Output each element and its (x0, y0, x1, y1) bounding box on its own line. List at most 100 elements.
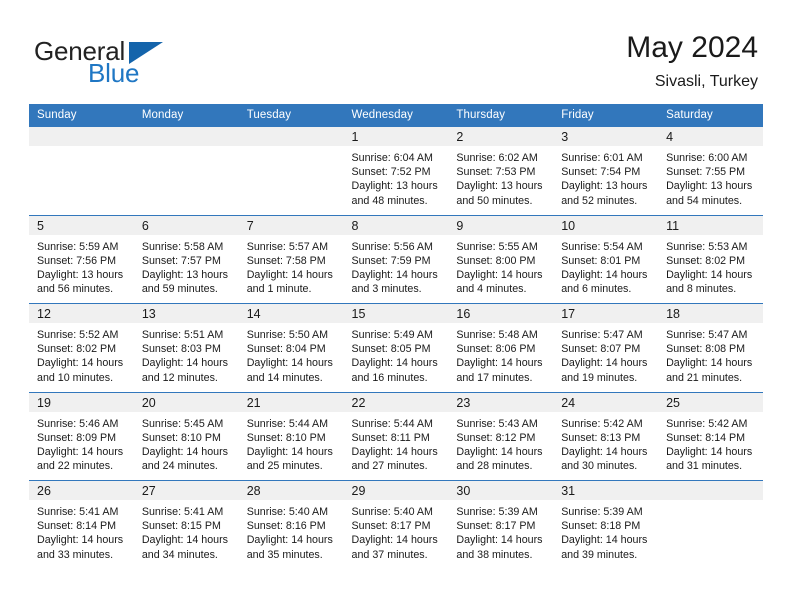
daylight-text-line2: and 6 minutes. (561, 283, 632, 296)
sunset-text: Sunset: 8:14 PM (37, 520, 117, 533)
day-cell[interactable]: 21 Sunrise: 5:44 AM Sunset: 8:10 PM Dayligh… (238, 391, 344, 481)
sunrise-text: Sunrise: 6:04 AM (351, 152, 433, 164)
daylight-text-line2: and 16 minutes. (351, 371, 428, 384)
day-cell[interactable]: 16 Sunrise: 5:48 AM Sunset: 8:06 PM Dayligh… (448, 303, 554, 392)
day-cell[interactable]: 25 Sunrise: 5:42 AM Sunset: 8:14 PM Dayligh… (658, 391, 763, 481)
daylight-text-line1: Daylight: 14 hours (351, 268, 438, 281)
day-number: 16 (448, 304, 554, 323)
day-cell[interactable]: 17 Sunrise: 5:47 AM Sunset: 8:07 PM Dayligh… (553, 303, 659, 392)
daylight-text-line2: and 1 minute. (246, 283, 312, 296)
day-number: 27 (133, 481, 239, 500)
day-cell[interactable]: 20 Sunrise: 5:45 AM Sunset: 8:10 PM Dayligh… (133, 391, 239, 481)
sunrise-text: Sunrise: 5:39 AM (561, 506, 643, 518)
day-cell[interactable]: 28 Sunrise: 5:40 AM Sunset: 8:16 PM Dayligh… (238, 480, 344, 569)
day-number: 18 (658, 304, 763, 323)
daylight-text-line2: and 38 minutes. (456, 548, 533, 561)
day-cell[interactable] (658, 480, 763, 569)
day-cell[interactable]: 14 Sunrise: 5:50 AM Sunset: 8:04 PM Dayligh… (238, 303, 344, 392)
day-number: 29 (343, 481, 449, 500)
day-number: 13 (133, 304, 239, 323)
page-title: May 2024 (626, 31, 758, 64)
day-number: 30 (448, 481, 554, 500)
weekday-header-saturday: Saturday (658, 104, 763, 127)
day-cell[interactable] (133, 126, 239, 215)
sunset-text: Sunset: 7:56 PM (37, 254, 117, 267)
general-blue-logo[interactable]: General Blue (34, 37, 214, 93)
sunrise-text: Sunrise: 5:57 AM (246, 240, 329, 253)
day-cell[interactable]: 27 Sunrise: 5:41 AM Sunset: 8:15 PM Dayligh… (133, 480, 239, 569)
day-cell[interactable]: 30 Sunrise: 5:39 AM Sunset: 8:17 PM Dayligh… (448, 480, 554, 569)
daylight-text-line1: Daylight: 14 hours (246, 534, 333, 547)
daylight-text-line2: and 4 minutes. (456, 283, 527, 296)
day-cell[interactable]: 11 Sunrise: 5:53 AM Sunset: 8:02 PM Dayligh… (658, 214, 763, 304)
day-cell[interactable] (29, 126, 134, 215)
sunset-text: Sunset: 8:04 PM (246, 343, 326, 356)
day-cell[interactable]: 26 Sunrise: 5:41 AM Sunset: 8:14 PM Dayligh… (29, 480, 134, 569)
day-number: 4 (658, 127, 763, 146)
sunrise-text: Sunrise: 5:54 AM (561, 240, 643, 253)
sunset-text: Sunset: 8:06 PM (456, 343, 536, 356)
day-cell[interactable]: 12 Sunrise: 5:52 AM Sunset: 8:02 PM Dayligh… (29, 303, 134, 392)
daylight-text-line1: Daylight: 14 hours (456, 445, 543, 458)
sunset-text: Sunset: 8:05 PM (351, 343, 431, 356)
day-cell[interactable]: 10 Sunrise: 5:54 AM Sunset: 8:01 PM Dayligh… (553, 214, 659, 304)
sunrise-text: Sunrise: 5:42 AM (561, 417, 643, 430)
daylight-text-line1: Daylight: 14 hours (456, 534, 543, 547)
day-cell[interactable]: 22 Sunrise: 5:44 AM Sunset: 8:11 PM Dayligh… (343, 391, 449, 481)
day-cell[interactable]: 1 Sunrise: 6:04 AM Sunset: 7:52 PM Daylight… (343, 126, 449, 215)
location-subtitle: Sivasli, Turkey (654, 73, 758, 90)
sunrise-text: Sunrise: 5:42 AM (666, 417, 748, 430)
daylight-text-line2: and 21 minutes. (666, 371, 743, 384)
day-number: 3 (553, 127, 659, 146)
daylight-text-line2: and 37 minutes. (351, 548, 428, 561)
daylight-text-line2: and 48 minutes. (351, 194, 428, 207)
day-cell[interactable]: 19 Sunrise: 5:46 AM Sunset: 8:09 PM Dayligh… (29, 391, 134, 481)
daylight-text-line2: and 30 minutes. (561, 460, 638, 473)
daylight-text-line1: Daylight: 14 hours (561, 534, 648, 547)
day-cell[interactable]: 9 Sunrise: 5:55 AM Sunset: 8:00 PM Daylight… (448, 214, 554, 304)
daylight-text-line1: Daylight: 13 hours (456, 180, 543, 193)
calendar-week-row: 12 Sunrise: 5:52 AM Sunset: 8:02 PM Dayligh… (29, 303, 763, 392)
weekday-header-friday: Friday (553, 104, 659, 127)
daylight-text-line1: Daylight: 14 hours (456, 357, 543, 370)
day-cell[interactable]: 23 Sunrise: 5:43 AM Sunset: 8:12 PM Dayligh… (448, 391, 554, 481)
daylight-text-line1: Daylight: 14 hours (141, 534, 228, 547)
day-cell[interactable]: 6 Sunrise: 5:58 AM Sunset: 7:57 PM Daylight… (133, 214, 239, 304)
day-number: 15 (343, 304, 449, 323)
day-cell[interactable]: 5 Sunrise: 5:59 AM Sunset: 7:56 PM Daylight… (29, 214, 134, 304)
day-cell[interactable]: 13 Sunrise: 5:51 AM Sunset: 8:03 PM Dayligh… (133, 303, 239, 392)
day-number: 22 (343, 392, 449, 412)
weekday-header-monday: Monday (133, 104, 239, 127)
daylight-text-line1: Daylight: 14 hours (141, 445, 228, 458)
calendar-week-row: 5 Sunrise: 5:59 AM Sunset: 7:56 PM Daylight… (29, 214, 763, 304)
daylight-text-line2: and 54 minutes. (666, 194, 743, 207)
day-number: 23 (448, 392, 554, 412)
daylight-text-line2: and 17 minutes. (456, 371, 533, 384)
daylight-text-line1: Daylight: 13 hours (141, 268, 228, 281)
day-cell[interactable]: 31 Sunrise: 5:39 AM Sunset: 8:18 PM Dayligh… (553, 480, 659, 569)
daylight-text-line1: Daylight: 14 hours (246, 445, 333, 458)
day-cell[interactable]: 4 Sunrise: 6:00 AM Sunset: 7:55 PM Daylight… (658, 126, 763, 215)
sunset-text: Sunset: 8:02 PM (666, 254, 746, 267)
sunset-text: Sunset: 8:10 PM (246, 431, 326, 444)
sunrise-text: Sunrise: 5:41 AM (141, 506, 224, 518)
day-number: 1 (343, 127, 449, 146)
day-cell[interactable]: 18 Sunrise: 5:47 AM Sunset: 8:08 PM Dayligh… (658, 303, 763, 392)
day-cell[interactable]: 7 Sunrise: 5:57 AM Sunset: 7:58 PM Daylight… (238, 214, 344, 304)
day-cell[interactable]: 29 Sunrise: 5:40 AM Sunset: 8:17 PM Dayligh… (343, 480, 449, 569)
sunset-text: Sunset: 7:53 PM (456, 166, 536, 179)
sunrise-text: Sunrise: 5:48 AM (456, 329, 538, 341)
day-cell[interactable]: 2 Sunrise: 6:02 AM Sunset: 7:53 PM Daylight… (448, 126, 554, 215)
day-number: 14 (238, 304, 344, 323)
day-cell[interactable]: 15 Sunrise: 5:49 AM Sunset: 8:05 PM Dayligh… (343, 303, 449, 392)
day-cell[interactable] (238, 126, 344, 215)
day-cell[interactable]: 24 Sunrise: 5:42 AM Sunset: 8:13 PM Dayligh… (553, 391, 659, 481)
day-number: 19 (29, 392, 134, 412)
day-cell[interactable]: 8 Sunrise: 5:56 AM Sunset: 7:59 PM Daylight… (343, 214, 449, 304)
day-number: 10 (553, 215, 659, 235)
day-cell[interactable]: 3 Sunrise: 6:01 AM Sunset: 7:54 PM Daylight… (553, 126, 659, 215)
sunset-text: Sunset: 7:52 PM (351, 166, 431, 179)
day-number: 2 (448, 127, 554, 146)
daylight-text-line2: and 39 minutes. (561, 548, 638, 561)
sunrise-text: Sunrise: 5:51 AM (141, 329, 224, 341)
